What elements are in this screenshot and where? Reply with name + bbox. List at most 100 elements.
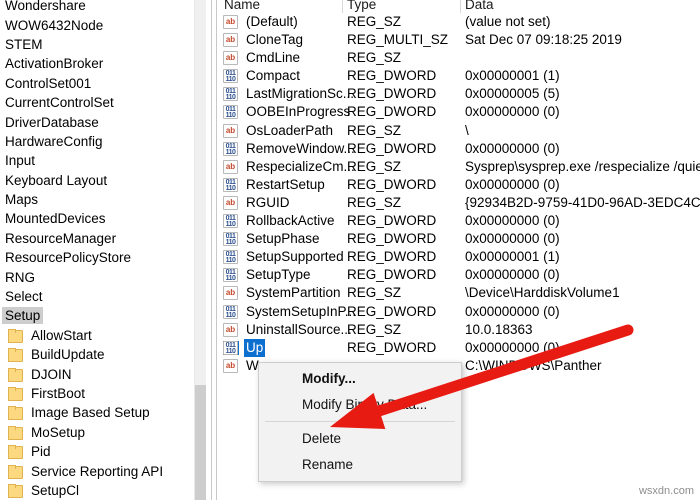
context-menu-item[interactable]: Modify... [259,366,461,392]
tree-item[interactable]: Keyboard Layout [0,171,206,190]
value-row[interactable]: ab RGUID REG_SZ {92934B2D-9759-41D0-96AD-3E… [220,194,700,212]
tree-item[interactable]: BuildUpdate [0,345,206,364]
value-context-menu[interactable]: Modify... Modify Binary Data... Delete Rena… [258,362,462,482]
value-icon-wrap: 011 110 [223,141,239,156]
pane-splitter[interactable] [206,0,220,500]
value-name: RemoveWindow... [246,140,355,156]
folder-icon [8,464,23,479]
value-row[interactable]: ab RespecializeCm... REG_SZ Sysprep\sysprep… [220,158,700,176]
tree-item[interactable]: MountedDevices [0,209,206,228]
tree-item-label: SetupCl [31,482,80,498]
value-icon-wrap: ab [223,51,239,66]
value-row[interactable]: 011 110 LastMigrationSc... REG_DWORD 0x00000… [220,85,700,103]
dword-value-icon: 011 110 [223,304,238,319]
tree-item[interactable]: WOW6432Node [0,15,206,34]
string-value-icon: ab [223,15,238,29]
tree-item[interactable]: FirstBoot [0,384,206,403]
tree-item[interactable]: Wondershare [0,0,206,15]
value-row[interactable]: 011 110 SetupSupported REG_DWORD 0x00000001 … [220,248,700,266]
value-type: REG_DWORD [347,213,437,229]
tree-vertical-scrollbar[interactable] [194,0,207,500]
value-name: LastMigrationSc... [246,86,355,102]
folder-icon [8,348,23,363]
value-data: 0x00000000 (0) [465,104,560,120]
value-name: SystemSetupInP... [246,303,357,319]
value-name: SetupType [246,267,311,283]
tree-item[interactable]: Input [0,151,206,170]
value-row[interactable]: 011 110 RestartSetup REG_DWORD 0x00000000 (0… [220,176,700,194]
context-menu-separator [265,421,455,422]
dword-value-icon: 011 110 [223,177,238,192]
context-menu-item[interactable]: Rename [259,452,461,478]
value-name: RespecializeCm... [246,158,355,174]
tree-item[interactable]: Maps [0,190,206,209]
value-row[interactable]: ab SystemPartition REG_SZ \Device\HarddiskV… [220,284,700,302]
dword-value-icon: 011 110 [223,69,238,84]
value-type: REG_DWORD [347,249,437,265]
value-type: REG_SZ [347,14,402,29]
value-data: 0x00000005 (5) [465,86,560,102]
value-data: Sysprep\sysprep.exe /respecialize /quiet [465,158,700,174]
value-name: SetupPhase [246,231,320,247]
tree-item[interactable]: STEM [0,35,206,54]
value-data: \ [465,122,469,138]
tree-item[interactable]: DriverDatabase [0,112,206,131]
tree-item[interactable]: ResourceManager [0,229,206,248]
values-column-header[interactable]: Name Type Data [220,0,700,13]
value-row[interactable]: ab UninstallSource... REG_SZ 10.0.18363 [220,321,700,339]
value-row[interactable]: 011 110 Up REG_DWORD 0x00000000 (0) [220,338,700,357]
column-header-data[interactable]: Data [465,0,494,13]
tree-item[interactable]: CurrentControlSet [0,93,206,112]
column-header-type[interactable]: Type [347,0,376,13]
value-row[interactable]: 011 110 SetupPhase REG_DWORD 0x00000000 (0) [220,230,700,248]
value-type: REG_SZ [347,321,402,337]
registry-key-tree[interactable]: Wondershare WOW6432Node STEM ActivationBrok… [0,0,206,500]
column-divider-type-data[interactable] [460,0,461,13]
value-row[interactable]: 011 110 RemoveWindow... REG_DWORD 0x00000000… [220,140,700,158]
value-data: {92934B2D-9759-41D0-96AD-3EDC4C410146 [465,194,700,210]
value-row[interactable]: ab CloneTag REG_MULTI_SZ Sat Dec 07 09:18:2… [220,31,700,49]
value-row[interactable]: ab CmdLine REG_SZ [220,49,700,67]
value-row[interactable]: 011 110 SetupType REG_DWORD 0x00000000 (0) [220,266,700,284]
tree-item[interactable]: HardwareConfig [0,132,206,151]
tree-item[interactable]: Image Based Setup [0,403,206,422]
value-row[interactable]: ab (Default) REG_SZ (value not set) [220,13,700,31]
tree-item-label: BuildUpdate [31,347,105,363]
column-header-name[interactable]: Name [224,0,260,13]
tree-item-label: Keyboard Layout [5,172,108,188]
value-data: 0x00000000 (0) [465,140,560,156]
tree-item[interactable]: DJOIN [0,364,206,383]
value-icon-wrap: ab [223,159,239,174]
column-divider-name-type[interactable] [342,0,343,13]
dword-value-icon: 011 110 [223,87,238,102]
value-icon-wrap: 011 110 [223,214,239,229]
tree-item[interactable]: Select [0,287,206,306]
value-row[interactable]: 011 110 RollbackActive REG_DWORD 0x00000000 … [220,212,700,230]
dword-value-icon: 011 110 [223,232,238,247]
tree-item[interactable]: ControlSet001 [0,74,206,93]
tree-item[interactable]: Service Reporting API [0,461,206,480]
tree-item[interactable]: AllowStart [0,326,206,345]
tree-item[interactable]: ActivationBroker [0,54,206,73]
tree-item[interactable]: RNG [0,267,206,286]
value-icon-wrap: ab [223,322,239,337]
tree-item[interactable]: MoSetup [0,423,206,442]
value-row[interactable]: ab OsLoaderPath REG_SZ \ [220,122,700,140]
value-name: RollbackActive [246,213,335,229]
dword-value-icon: 011 110 [223,268,238,283]
tree-item[interactable]: ResourcePolicyStore [0,248,206,267]
value-name: SetupSupported [246,249,344,265]
tree-item[interactable]: Setup [0,306,206,325]
value-icon-wrap: 011 110 [223,69,239,84]
context-menu-item[interactable]: Modify Binary Data... [259,392,461,418]
value-icon-wrap: 011 110 [223,304,239,319]
context-menu-item[interactable]: Delete [259,426,461,452]
tree-item[interactable]: SetupCl [0,481,206,500]
tree-item[interactable]: Pid [0,442,206,461]
value-row[interactable]: 011 110 Compact REG_DWORD 0x00000001 (1) [220,67,700,85]
tree-item-label: Maps [5,192,39,208]
value-row[interactable]: 011 110 SystemSetupInP... REG_DWORD 0x000000… [220,303,700,321]
value-row[interactable]: 011 110 OOBEInProgress REG_DWORD 0x00000000 … [220,103,700,121]
tree-item-label: HardwareConfig [5,133,103,149]
value-name: CloneTag [246,32,304,48]
